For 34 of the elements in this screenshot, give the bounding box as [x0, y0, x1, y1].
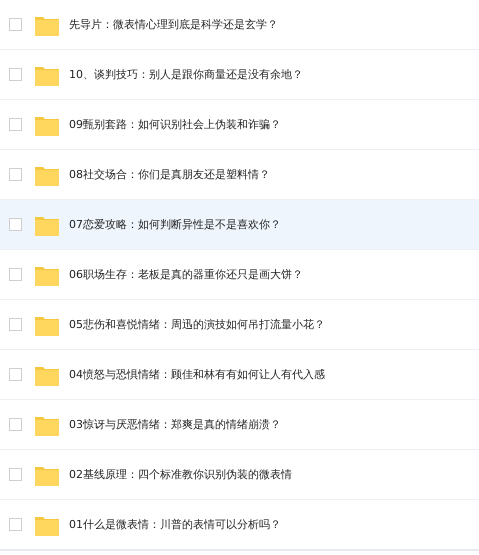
folder-icon — [35, 166, 59, 186]
folder-icon — [35, 16, 59, 36]
folder-icon — [35, 66, 59, 86]
checkbox[interactable] — [9, 468, 22, 481]
checkbox[interactable] — [9, 518, 22, 531]
folder-name[interactable]: 03惊讶与厌恶情绪：郑爽是真的情绪崩溃？ — [69, 417, 281, 432]
checkbox[interactable] — [9, 18, 22, 31]
checkbox[interactable] — [9, 118, 22, 131]
checkbox[interactable] — [9, 168, 22, 181]
folder-icon — [35, 266, 59, 286]
checkbox[interactable] — [9, 218, 22, 231]
folder-name[interactable]: 09甄别套路：如何识别社会上伪装和诈骗？ — [69, 117, 281, 132]
folder-icon — [35, 466, 59, 486]
folder-icon — [35, 216, 59, 236]
folder-name[interactable]: 08社交场合：你们是真朋友还是塑料情？ — [69, 167, 270, 182]
checkbox[interactable] — [9, 418, 22, 431]
checkbox[interactable] — [9, 318, 22, 331]
checkbox[interactable] — [9, 268, 22, 281]
folder-name[interactable]: 07恋爱攻略：如何判断异性是不是喜欢你？ — [69, 217, 281, 232]
folder-name[interactable]: 05悲伤和喜悦情绪：周迅的演技如何吊打流量小花？ — [69, 317, 325, 332]
folder-icon — [35, 316, 59, 336]
folder-icon — [35, 366, 59, 386]
folder-icon — [35, 116, 59, 136]
checkbox[interactable] — [9, 68, 22, 81]
folder-name[interactable]: 04愤怒与恐惧情绪：顾佳和林有有如何让人有代入感 — [69, 367, 325, 382]
folder-name[interactable]: 先导片：微表情心理到底是科学还是玄学？ — [69, 17, 278, 32]
folder-name[interactable]: 01什么是微表情：川普的表情可以分析吗？ — [69, 517, 281, 532]
checkbox[interactable] — [9, 368, 22, 381]
folder-icon — [35, 516, 59, 536]
folder-name[interactable]: 10、谈判技巧：别人是跟你商量还是没有余地？ — [69, 67, 303, 82]
folder-name[interactable]: 06职场生存：老板是真的器重你还只是画大饼？ — [69, 267, 303, 282]
folder-row[interactable]: 07恋爱攻略：如何判断异性是不是喜欢你？ — [0, 200, 479, 250]
folder-icon — [35, 416, 59, 436]
folder-name[interactable]: 02基线原理：四个标准教你识别伪装的微表情 — [69, 467, 292, 482]
